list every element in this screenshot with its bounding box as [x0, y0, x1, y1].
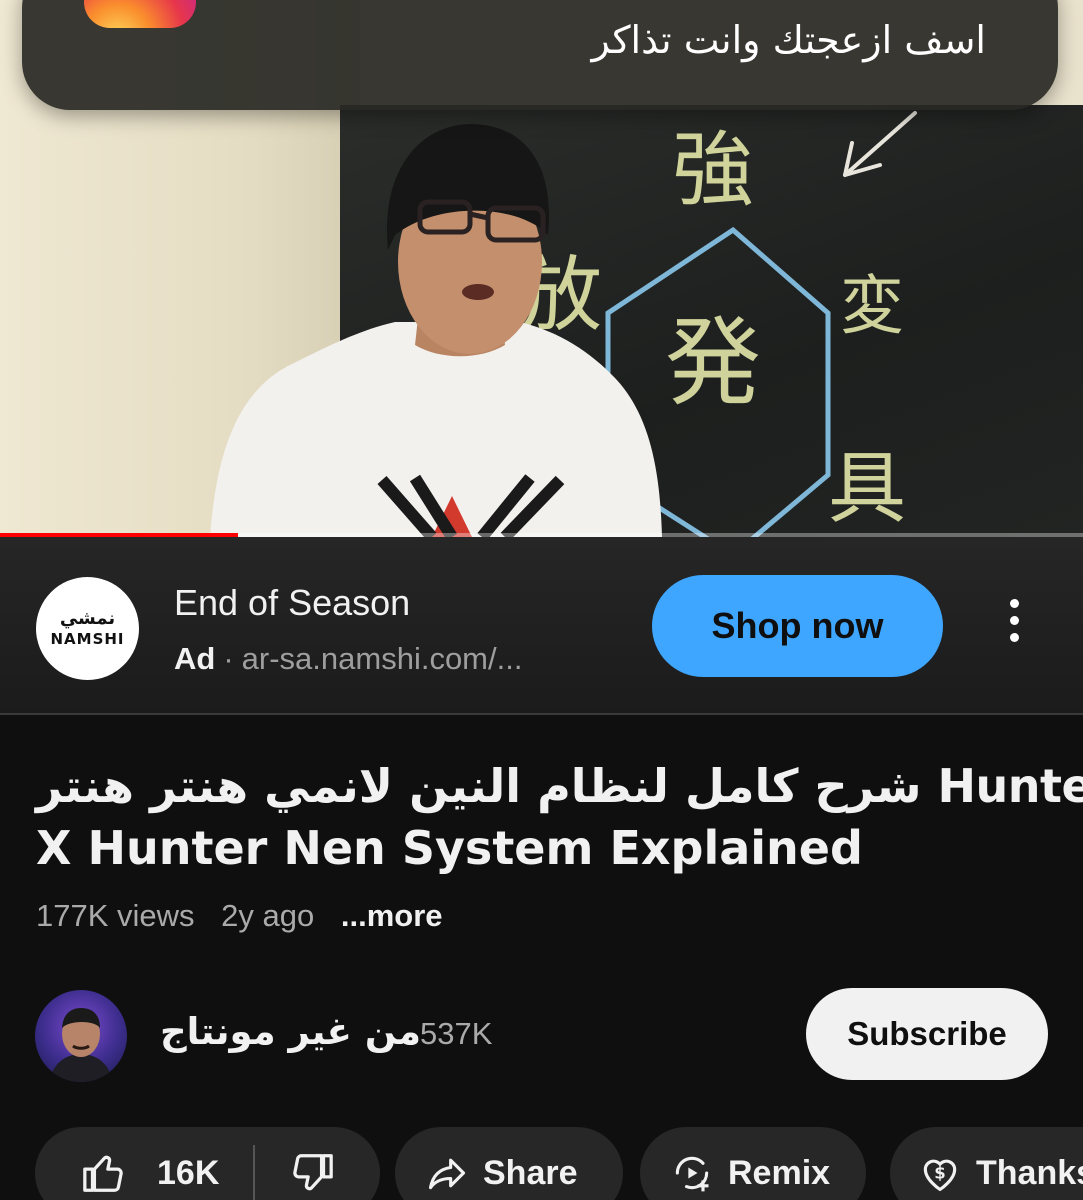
subscriber-count: 537K	[420, 1016, 493, 1051]
ad-title[interactable]: End of Season	[174, 582, 410, 624]
thumb-up-icon[interactable]	[81, 1150, 127, 1196]
video-title-line-1: شرح كامل لنظام النين لانمي هنتر هنتر Hun…	[36, 759, 1083, 813]
like-separator	[253, 1145, 256, 1200]
thanks-label: Thanks	[976, 1153, 1083, 1192]
like-dislike-pill: 16K	[35, 1127, 380, 1200]
more-vert-icon[interactable]	[996, 599, 1032, 655]
ad-banner[interactable]: نمشي NAMSHI End of Season Ad · ar-sa.namsh…	[0, 537, 1083, 714]
upload-age: 2y ago	[221, 898, 315, 933]
notification-message: اسف ازعجتك وانت تذاكر	[591, 18, 986, 62]
like-count[interactable]: 16K	[157, 1154, 219, 1193]
ad-label: Ad	[174, 641, 216, 676]
ad-url[interactable]: ar-sa.namshi.com/...	[242, 641, 523, 676]
thumb-down-icon[interactable]	[289, 1150, 335, 1196]
more-description-link[interactable]: ...more	[341, 898, 443, 933]
video-title-line-2: X Hunter Nen System Explained	[36, 821, 863, 875]
channel-name[interactable]: من غير مونتاج	[160, 1010, 421, 1053]
advertiser-logo-arabic: نمشي	[59, 607, 116, 629]
view-count: 177K views	[36, 898, 195, 933]
share-button[interactable]: Share	[395, 1127, 623, 1200]
video-meta[interactable]: 177K views 2y ago ...more	[36, 898, 461, 934]
video-title[interactable]: شرح كامل لنظام النين لانمي هنتر هنتر Hun…	[36, 755, 1083, 879]
svg-text:$: $	[934, 1164, 945, 1183]
ad-subtitle: Ad · ar-sa.namshi.com/...	[174, 641, 522, 677]
remix-button[interactable]: Remix	[640, 1127, 866, 1200]
thanks-button[interactable]: $ Thanks	[890, 1127, 1083, 1200]
ad-divider	[0, 713, 1083, 715]
instagram-icon	[84, 0, 196, 28]
advertiser-logo-text: NAMSHI	[50, 629, 125, 648]
ad-separator: ·	[223, 641, 234, 676]
share-icon	[428, 1158, 466, 1190]
shop-now-button[interactable]: Shop now	[652, 575, 943, 677]
subscribe-button[interactable]: Subscribe	[806, 988, 1048, 1080]
advertiser-logo[interactable]: نمشي NAMSHI	[36, 577, 139, 680]
notification-banner[interactable]: اسف ازعجتك وانت تذاكر	[22, 0, 1058, 110]
mouth-shape	[462, 284, 494, 300]
thanks-icon: $	[923, 1159, 957, 1192]
channel-avatar[interactable]	[35, 990, 127, 1082]
share-label: Share	[483, 1153, 578, 1192]
remix-label: Remix	[728, 1153, 831, 1192]
remix-icon	[675, 1156, 709, 1192]
avatar-portrait	[49, 1008, 113, 1082]
